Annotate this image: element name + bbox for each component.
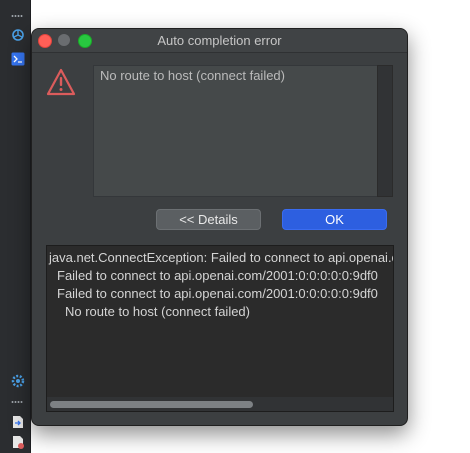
details-horizontal-scrollbar[interactable]	[47, 397, 393, 411]
details-line: java.net.ConnectException: Failed to con…	[49, 250, 393, 265]
details-line: Failed to connect to api.openai.com/2001…	[57, 286, 378, 301]
scrollbar-thumb[interactable]	[50, 401, 253, 408]
ok-button[interactable]: OK	[282, 209, 387, 230]
warning-triangle-icon	[46, 68, 76, 96]
gear-icon[interactable]	[11, 374, 25, 388]
file-error-icon[interactable]	[11, 435, 25, 449]
more-dots-icon[interactable]	[11, 401, 23, 403]
error-message-area: No route to host (connect failed)	[93, 65, 379, 197]
details-text-area[interactable]: java.net.ConnectException: Failed to con…	[46, 245, 394, 412]
file-arrow-icon[interactable]	[11, 415, 25, 429]
message-scrollbar[interactable]	[377, 65, 393, 197]
terminal-icon[interactable]	[11, 52, 25, 66]
details-line: Failed to connect to api.openai.com/2001…	[57, 268, 378, 283]
details-button[interactable]: << Details	[156, 209, 261, 230]
error-message: No route to host (connect failed)	[100, 68, 285, 83]
ide-side-toolbar	[0, 0, 31, 453]
more-dots-icon[interactable]	[11, 15, 23, 17]
dialog-title: Auto completion error	[157, 33, 282, 48]
details-line: No route to host (connect failed)	[65, 304, 250, 319]
openai-icon[interactable]	[11, 28, 25, 42]
auto-completion-error-dialog: Auto completion error No route to host (…	[31, 28, 408, 426]
title-bar[interactable]: Auto completion error	[32, 29, 407, 53]
